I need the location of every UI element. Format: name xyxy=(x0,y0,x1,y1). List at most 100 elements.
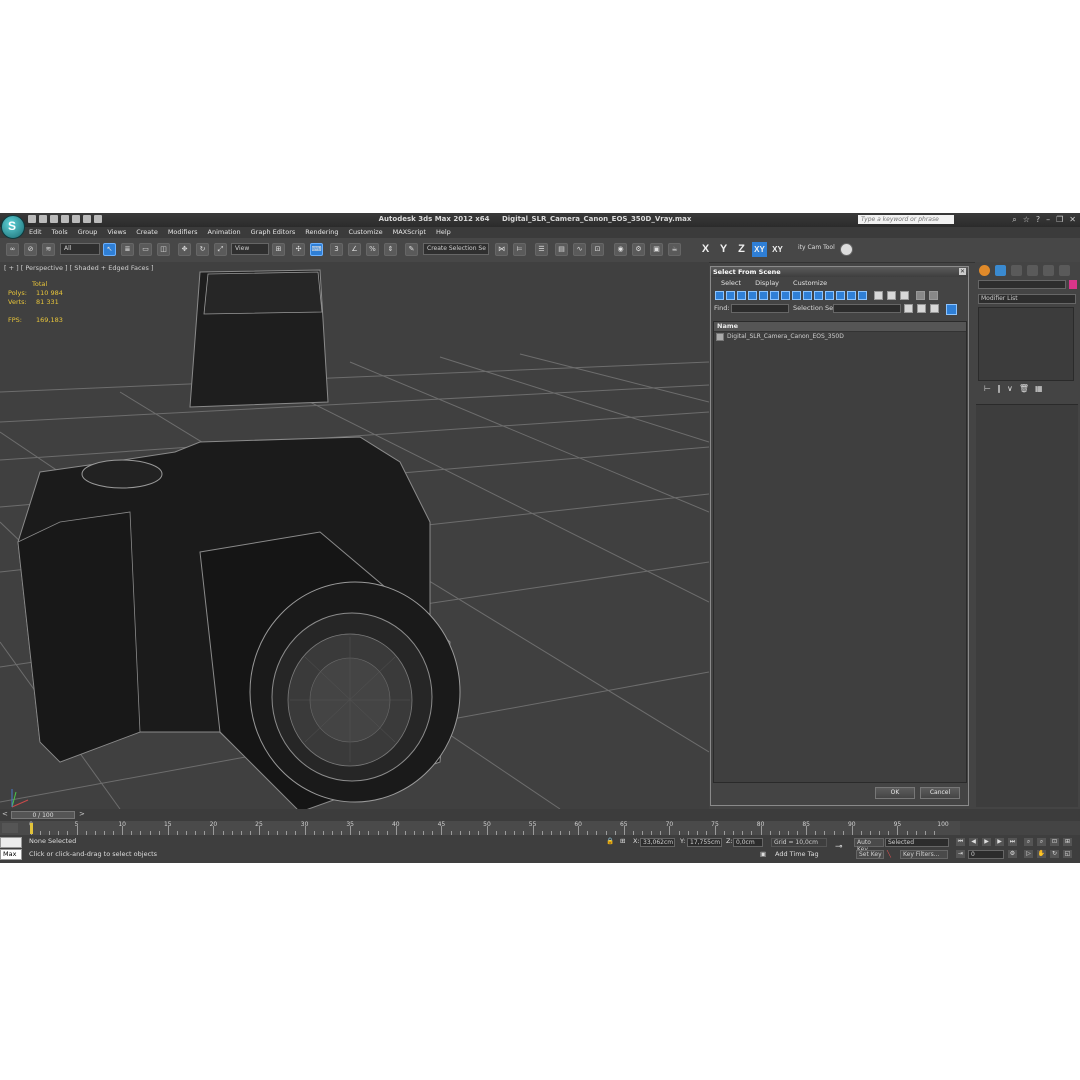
bind-space-warp-icon[interactable]: ≋ xyxy=(42,243,55,256)
filter-bones-icon[interactable] xyxy=(803,291,812,300)
layer-manager-icon[interactable]: ☰ xyxy=(535,243,548,256)
set-key-icon[interactable]: ⊸ xyxy=(835,843,843,852)
app-logo-button[interactable]: S xyxy=(1,215,25,239)
link-icon[interactable]: ∞ xyxy=(6,243,19,256)
modifier-list-dropdown[interactable]: Modifier List xyxy=(978,294,1076,304)
create-tab-icon[interactable] xyxy=(979,265,990,276)
filter-xrefs-icon[interactable] xyxy=(792,291,801,300)
rendered-frame-window-icon[interactable]: ▣ xyxy=(650,243,663,256)
display-tab-icon[interactable] xyxy=(1043,265,1054,276)
curve-editor-icon[interactable]: ∿ xyxy=(573,243,586,256)
scale-icon[interactable]: ⤢ xyxy=(214,243,227,256)
zoom-extents-icon[interactable]: ⊡ xyxy=(1050,838,1059,846)
axis-xy-button[interactable]: XY xyxy=(752,242,767,257)
make-unique-icon[interactable]: ∨ xyxy=(1007,384,1013,396)
motion-tab-icon[interactable] xyxy=(1027,265,1038,276)
rectangular-selection-icon[interactable]: ▭ xyxy=(139,243,152,256)
maxscript-listener-output[interactable] xyxy=(0,837,22,848)
filter-frozen-icon[interactable] xyxy=(825,291,834,300)
modify-tab-icon[interactable] xyxy=(995,265,1006,276)
find-input[interactable] xyxy=(731,304,789,313)
filter-all-icon[interactable] xyxy=(858,291,867,300)
previous-frame-icon[interactable]: ◀ xyxy=(969,838,978,846)
filter-funnel-icon[interactable] xyxy=(929,291,938,300)
filter-groups-icon[interactable] xyxy=(781,291,790,300)
axis-z-button[interactable]: Z xyxy=(734,242,749,257)
key-mode-toggle-icon[interactable]: ⇥ xyxy=(956,850,965,858)
graphite-ribbon-icon[interactable]: ▤ xyxy=(555,243,568,256)
display-children-icon[interactable] xyxy=(916,291,925,300)
set-key-button[interactable]: Set Key xyxy=(856,850,884,859)
hierarchy-tab-icon[interactable] xyxy=(1011,265,1022,276)
menu-create[interactable]: Create xyxy=(136,228,158,236)
key-mode-dropdown[interactable]: Selected xyxy=(885,838,949,847)
move-icon[interactable]: ✥ xyxy=(178,243,191,256)
spinner-snap-icon[interactable]: ⇕ xyxy=(384,243,397,256)
object-name-field[interactable] xyxy=(978,280,1066,289)
menu-group[interactable]: Group xyxy=(78,228,98,236)
select-object-icon[interactable]: ↖ xyxy=(103,243,116,256)
restore-icon[interactable]: ❐ xyxy=(1056,215,1063,225)
selection-set-dropdown[interactable] xyxy=(833,304,901,313)
axis-y-button[interactable]: Y xyxy=(716,242,731,257)
angle-snap-icon[interactable]: ∠ xyxy=(348,243,361,256)
mirror-icon[interactable]: ⋈ xyxy=(495,243,508,256)
go-to-start-icon[interactable]: ⏮ xyxy=(956,838,965,846)
name-column-header[interactable]: Name xyxy=(714,322,966,332)
align-icon[interactable]: ⊨ xyxy=(513,243,526,256)
render-production-icon[interactable]: ☕ xyxy=(668,243,681,256)
filter-containers-icon[interactable] xyxy=(814,291,823,300)
z-coordinate-field[interactable]: 0,0cm xyxy=(733,838,763,847)
select-none-icon[interactable] xyxy=(887,291,896,300)
snaps-toggle-icon[interactable]: 3 xyxy=(330,243,343,256)
maximize-viewport-icon[interactable]: ◱ xyxy=(1063,850,1072,858)
object-color-swatch[interactable] xyxy=(1069,280,1077,289)
dialog-menu-select[interactable]: Select xyxy=(721,277,741,289)
list-item[interactable]: Digital_SLR_Camera_Canon_EOS_350D xyxy=(714,332,966,342)
cam-tool-label[interactable]: ity Cam Tool xyxy=(795,243,835,255)
axis-x-button[interactable]: X xyxy=(698,242,713,257)
remove-modifier-icon[interactable]: 🗑 xyxy=(1019,384,1029,396)
window-crossing-icon[interactable]: ◫ xyxy=(157,243,170,256)
current-frame-field[interactable]: 0 xyxy=(968,850,1004,859)
key-filter-icon[interactable]: ╲ xyxy=(887,850,891,859)
show-end-result-icon[interactable]: ∥ xyxy=(997,384,1001,396)
create-selection-set-icon[interactable] xyxy=(904,304,913,313)
dialog-close-icon[interactable]: ✕ xyxy=(959,268,966,275)
next-frame-icon[interactable]: ▶ xyxy=(995,838,1004,846)
pan-view-icon[interactable]: ✋ xyxy=(1037,850,1046,858)
lock-selection-icon[interactable]: 🔒 xyxy=(606,837,614,846)
search-icon[interactable]: ⌕ xyxy=(1012,215,1016,225)
filter-hidden-icon[interactable] xyxy=(836,291,845,300)
filter-lights-icon[interactable] xyxy=(737,291,746,300)
menu-tools[interactable]: Tools xyxy=(52,228,68,236)
filter-shapes-icon[interactable] xyxy=(726,291,735,300)
menu-animation[interactable]: Animation xyxy=(208,228,241,236)
track-bar[interactable]: 0510152025303540455055606570758085909510… xyxy=(0,821,960,836)
select-invert-icon[interactable] xyxy=(900,291,909,300)
menu-help[interactable]: Help xyxy=(436,228,451,236)
select-by-name-icon[interactable]: ≣ xyxy=(121,243,134,256)
ok-button[interactable]: OK xyxy=(875,787,915,799)
material-editor-icon[interactable]: ◉ xyxy=(614,243,627,256)
menu-graph-editors[interactable]: Graph Editors xyxy=(251,228,296,236)
axis-xy-cycle-button[interactable]: XY xyxy=(770,242,785,257)
edit-named-selection-icon[interactable]: ✎ xyxy=(405,243,418,256)
go-to-end-icon[interactable]: ⏭ xyxy=(1008,838,1017,846)
menu-edit[interactable]: Edit xyxy=(29,228,42,236)
add-to-selection-set-icon[interactable] xyxy=(930,304,939,313)
star-icon[interactable]: ☆ xyxy=(1023,215,1030,225)
menu-rendering[interactable]: Rendering xyxy=(305,228,338,236)
zoom-icon[interactable]: ⌕ xyxy=(1024,838,1033,846)
x-coordinate-field[interactable]: 33,062cm xyxy=(640,838,675,847)
utilities-tab-icon[interactable] xyxy=(1059,265,1070,276)
filter-particles-icon[interactable] xyxy=(847,291,856,300)
minimize-icon[interactable]: – xyxy=(1046,215,1050,225)
filter-geometry-icon[interactable] xyxy=(715,291,724,300)
zoom-extents-all-icon[interactable]: ⊞ xyxy=(1063,838,1072,846)
key-filters-button[interactable]: Key Filters... xyxy=(900,850,948,859)
time-configuration-icon[interactable]: ⚙ xyxy=(1008,850,1017,858)
play-icon[interactable]: ▶ xyxy=(982,838,991,846)
pin-stack-icon[interactable]: ⊢ xyxy=(984,384,991,396)
percent-snap-icon[interactable]: % xyxy=(366,243,379,256)
